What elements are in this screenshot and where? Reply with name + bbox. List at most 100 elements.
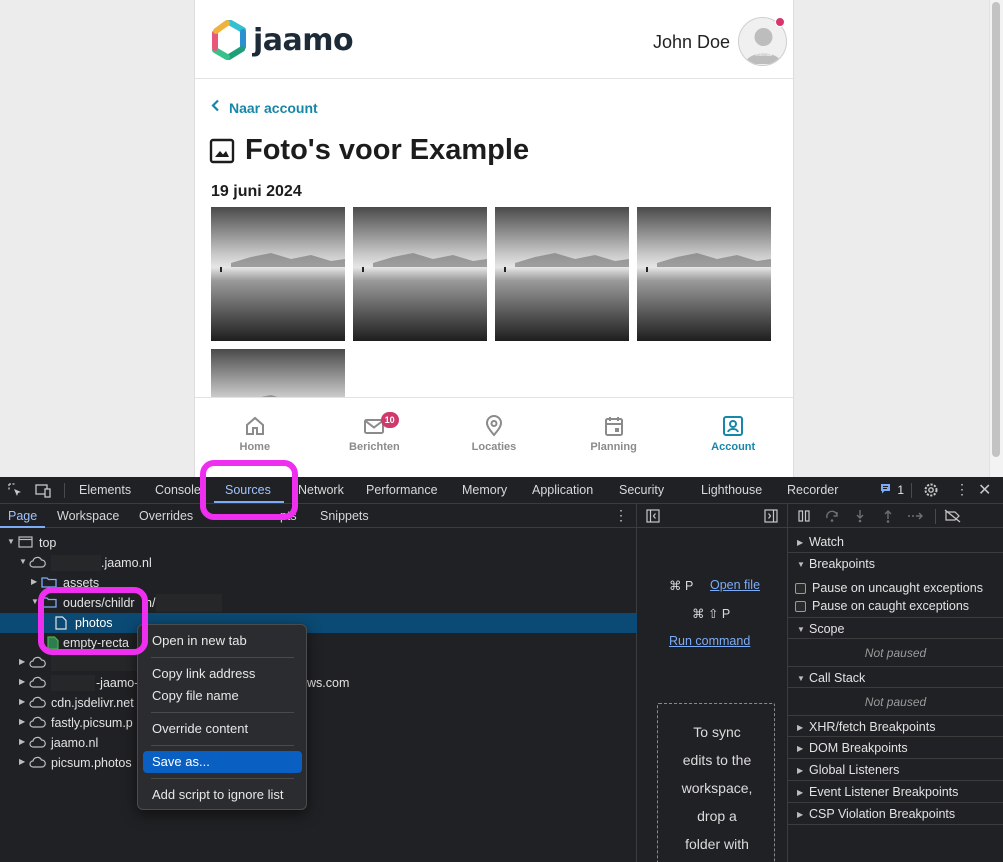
navigator-more-icon[interactable]: ⋮ <box>614 507 628 524</box>
tab-network[interactable]: Network <box>298 483 344 497</box>
menu-open-in-new-tab[interactable]: Open in new tab <box>143 630 302 652</box>
pause-uncaught-option[interactable]: Pause on uncaught exceptions <box>788 581 1003 599</box>
close-devtools-icon[interactable]: ✕ <box>978 480 991 500</box>
messages-badge: 10 <box>380 412 399 428</box>
pause-caught-checkbox[interactable] <box>795 601 806 612</box>
tab-application[interactable]: Application <box>532 483 593 497</box>
highlight-photos-file <box>38 587 148 655</box>
pause-caught-option[interactable]: Pause on caught exceptions <box>788 599 1003 617</box>
tree-row-jaamo-ws[interactable]: ▶ -jaamo- ws.com <box>0 673 637 693</box>
subtab-snippets[interactable]: Snippets <box>320 509 369 523</box>
menu-item-label: Copy link address <box>152 666 256 681</box>
debugger-sidebar: ▶ Watch ▼ Breakpoints Pause on uncaught … <box>788 504 1003 862</box>
tree-row-jaamo-nl[interactable]: ▶ jaamo.nl <box>0 733 637 753</box>
redacted-text <box>51 675 95 691</box>
tab-memory[interactable]: Memory <box>462 483 507 497</box>
tab-performance[interactable]: Performance <box>366 483 438 497</box>
nav-locations[interactable]: Locaties <box>434 398 554 477</box>
drop-line: folder with <box>685 836 749 852</box>
run-command-link[interactable]: Run command <box>669 634 750 648</box>
subtab-overrides[interactable]: Overrides <box>139 509 193 523</box>
photo-thumbnail[interactable] <box>211 207 345 341</box>
tree-row-domain[interactable]: ▼ .jaamo.nl <box>0 553 637 573</box>
photo-thumbnail[interactable] <box>637 207 771 341</box>
nav-planning-label: Planning <box>590 441 637 453</box>
more-options-icon[interactable]: ⋮ <box>955 481 969 498</box>
app-header: jaamo John Doe JvdeMaai <box>195 0 793 79</box>
pause-uncaught-checkbox[interactable] <box>795 583 806 594</box>
photo-thumbnail[interactable] <box>353 207 487 341</box>
tree-label-picsum: picsum.photos <box>51 756 132 770</box>
inspect-element-icon[interactable] <box>8 483 23 501</box>
menu-override-content[interactable]: Override content <box>143 718 302 740</box>
csp-breakpoints-section[interactable]: ▶ CSP Violation Breakpoints <box>788 803 1003 825</box>
tree-label-domain: .jaamo.nl <box>101 556 152 570</box>
cloud-icon <box>29 736 46 751</box>
breakpoints-section[interactable]: ▼ Breakpoints <box>788 553 1003 575</box>
tab-console[interactable]: Console <box>155 483 201 497</box>
toggle-debugger-icon[interactable] <box>764 509 778 526</box>
nav-planning[interactable]: Planning <box>554 398 674 477</box>
cloud-icon <box>29 656 46 671</box>
step-into-icon[interactable] <box>853 509 867 526</box>
call-stack-section[interactable]: ▼ Call Stack <box>788 666 1003 688</box>
calendar-icon <box>604 417 623 436</box>
open-file-link[interactable]: Open file <box>710 578 760 592</box>
photo-thumbnail[interactable] <box>495 207 629 341</box>
tree-row-cdn[interactable]: ▶ cdn.jsdelivr.net <box>0 693 637 713</box>
global-listeners-section[interactable]: ▶ Global Listeners <box>788 759 1003 781</box>
tab-elements[interactable]: Elements <box>79 483 131 497</box>
call-stack-not-paused: Not paused <box>864 695 927 709</box>
toggle-navigator-icon[interactable] <box>646 509 660 526</box>
user-name: John Doe <box>653 32 731 52</box>
xhr-breakpoints-section[interactable]: ▶ XHR/fetch Breakpoints <box>788 715 1003 737</box>
drop-line: workspace, <box>681 780 753 796</box>
cloud-icon <box>29 716 46 731</box>
brand-name: jaamo <box>253 22 354 58</box>
step-out-icon[interactable] <box>881 509 895 526</box>
tab-recorder[interactable]: Recorder <box>787 483 838 497</box>
landscape-photo-icon <box>353 207 487 341</box>
menu-copy-link-address[interactable]: Copy link address <box>143 663 302 685</box>
tree-row-picsum[interactable]: ▶ picsum.photos <box>0 753 637 773</box>
tree-row-fastly[interactable]: ▶ fastly.picsum.p <box>0 713 637 733</box>
event-listener-breakpoints-section[interactable]: ▶ Event Listener Breakpoints <box>788 781 1003 803</box>
subtab-page-indicator <box>0 526 45 528</box>
tab-lighthouse[interactable]: Lighthouse <box>701 483 762 497</box>
pause-icon[interactable] <box>797 509 811 526</box>
device-toolbar-icon[interactable] <box>35 483 51 501</box>
dom-breakpoints-section[interactable]: ▶ DOM Breakpoints <box>788 737 1003 759</box>
menu-copy-file-name[interactable]: Copy file name <box>143 685 302 707</box>
nav-account[interactable]: Account <box>673 398 793 477</box>
back-to-account-link[interactable]: Naar account <box>211 99 318 117</box>
nav-messages[interactable]: 10 Berichten <box>315 398 435 477</box>
brand-logo[interactable]: jaamo <box>211 20 354 60</box>
scope-section[interactable]: ▼ Scope <box>788 617 1003 639</box>
step-icon[interactable] <box>907 509 925 526</box>
tab-security[interactable]: Security <box>619 483 664 497</box>
issues-button[interactable]: 1 <box>880 483 904 497</box>
step-over-icon[interactable] <box>825 509 839 526</box>
menu-add-to-ignore-list[interactable]: Add script to ignore list <box>143 784 302 806</box>
navigator-tabs: Page Workspace Overrides pts Snippets ⋮ <box>0 504 636 528</box>
account-icon <box>723 416 744 436</box>
home-icon <box>245 416 264 435</box>
subtab-page[interactable]: Page <box>8 509 37 523</box>
photo-thumbnail[interactable] <box>211 349 345 397</box>
page-scrollbar-thumb[interactable] <box>992 2 1000 457</box>
location-pin-icon <box>485 415 502 437</box>
watch-section[interactable]: ▶ Watch <box>788 531 1003 553</box>
global-listeners-label: Global Listeners <box>809 763 900 777</box>
menu-save-as[interactable]: Save as... <box>143 751 302 773</box>
scope-label: Scope <box>809 622 845 636</box>
settings-gear-icon[interactable] <box>923 482 939 501</box>
collapse-arrow-icon: ▶ <box>19 657 26 666</box>
menu-item-label: Override content <box>152 721 249 736</box>
tree-row-top[interactable]: ▼ top <box>0 533 637 553</box>
subtab-workspace[interactable]: Workspace <box>57 509 119 523</box>
deactivate-breakpoints-icon[interactable] <box>944 509 961 526</box>
editor-placeholder: ⌘ P Open file ⌘ ⇧ P Run command To sync … <box>637 504 788 862</box>
frame-icon <box>18 536 33 551</box>
tree-row-redacted[interactable]: ▶ <box>0 653 637 673</box>
workspace-drop-zone[interactable]: To sync edits to the workspace, drop a f… <box>657 703 775 862</box>
